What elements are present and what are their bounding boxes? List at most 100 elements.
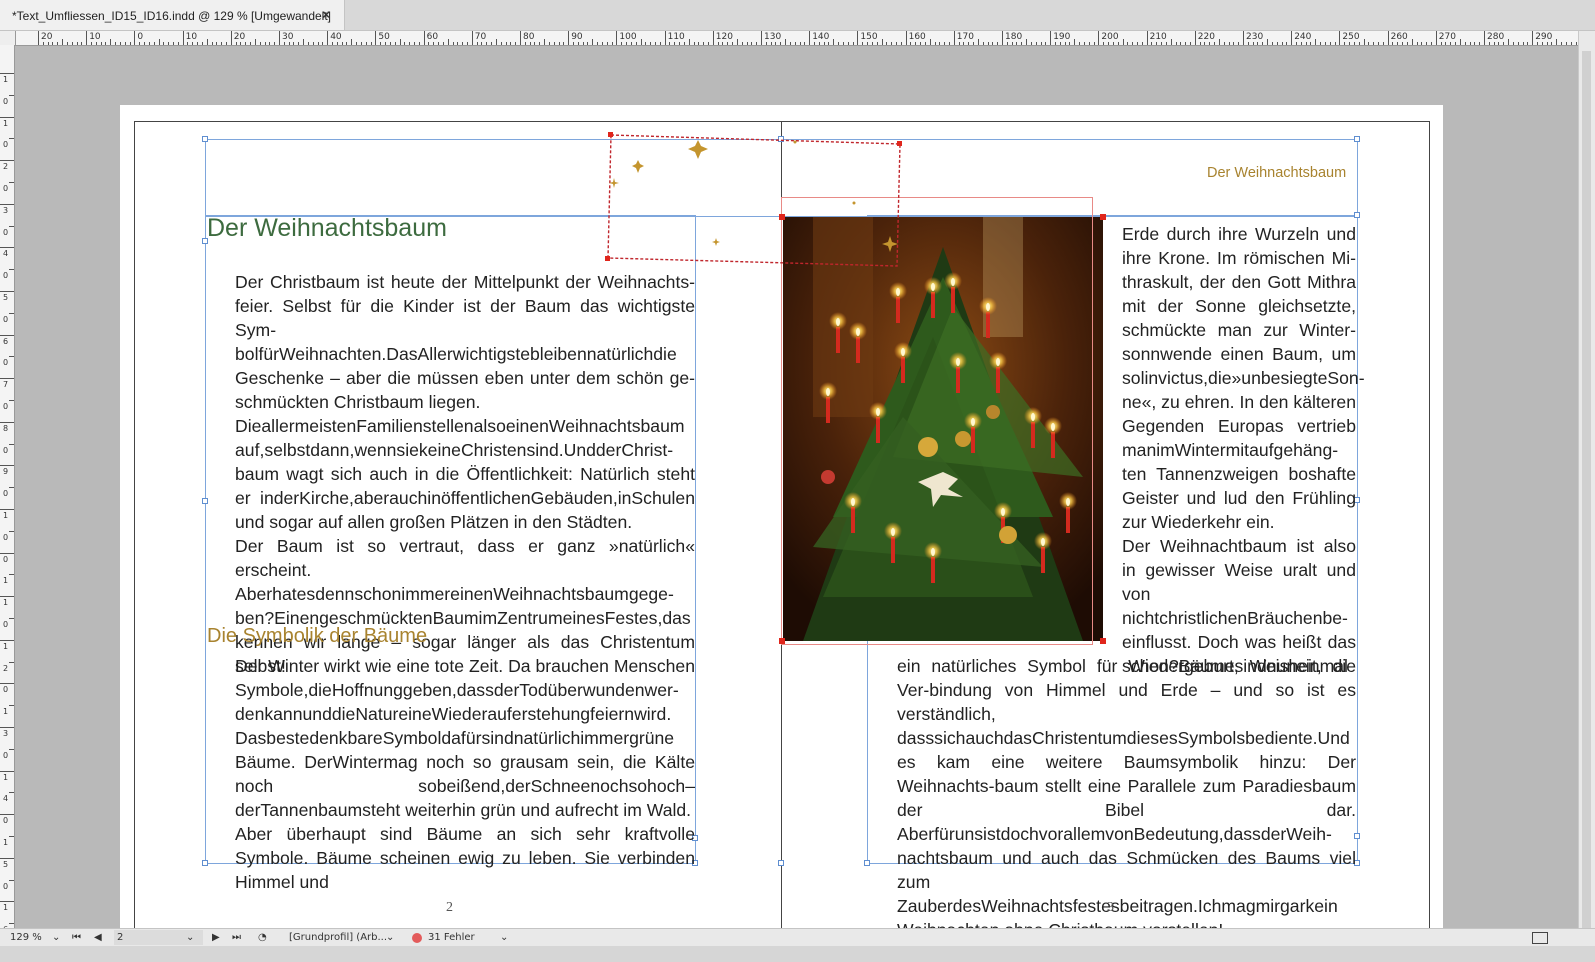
ruler-minor-tick	[1488, 42, 1490, 45]
next-page-icon[interactable]: ▶	[212, 932, 220, 943]
ruler-minor-tick	[91, 42, 93, 45]
ruler-minor-tick	[235, 42, 237, 45]
preflight-errors[interactable]: 31 Fehler	[428, 932, 475, 943]
ruler-tick	[279, 31, 280, 45]
ruler-minor-tick	[1512, 42, 1514, 45]
ruler-label: 3	[3, 729, 9, 738]
ruler-minor-tick	[654, 42, 656, 45]
ruler-minor-tick	[447, 39, 449, 45]
left-body-text-2: Der Winter wirkt wie eine tote Zeit. Da …	[235, 654, 695, 894]
ruler-tick	[327, 31, 329, 45]
ruler-minor-tick	[727, 42, 729, 45]
ruler-minor-tick	[216, 42, 218, 45]
horizontal-ruler[interactable]: 20 10 0 10 20 30 40 50 60 70 80 90 100 110 120 130 140 15…	[16, 31, 1579, 46]
ruler-label: 9	[3, 467, 9, 477]
ruler-minor-tick	[1421, 42, 1423, 45]
page-number-left: 2	[446, 900, 453, 915]
photo-handle[interactable]	[779, 638, 785, 644]
ruler-minor-tick	[1180, 42, 1182, 45]
ruler-minor-tick	[1136, 42, 1138, 45]
ruler-tick	[1050, 31, 1052, 45]
document-tab[interactable]: *Text_Umfliessen_ID15_ID16.indd @ 129 % …	[0, 0, 345, 30]
ruler-label: 1	[3, 75, 9, 84]
ruler-minor-tick	[177, 42, 179, 45]
ruler-minor-tick	[1223, 42, 1225, 45]
scrollbar-thumb[interactable]	[1582, 51, 1591, 931]
ruler-minor-tick	[1189, 42, 1191, 45]
ruler-minor-tick	[452, 42, 454, 45]
ruler-label: 170	[956, 32, 974, 42]
ruler-label: 230	[1246, 32, 1264, 42]
vertical-scrollbar[interactable]	[1578, 31, 1595, 945]
ruler-minor-tick	[1411, 39, 1413, 45]
ruler-minor-tick	[794, 42, 796, 45]
ruler-minor-tick	[833, 39, 835, 45]
ruler-minor-tick	[977, 39, 979, 45]
ruler-minor-tick	[1069, 42, 1071, 45]
ruler-label: 8	[3, 423, 9, 433]
section-subheading: Die Symbolik der Bäume	[207, 625, 428, 647]
ruler-label: 10	[185, 32, 198, 42]
page-dropdown-icon[interactable]: ⌄	[186, 932, 194, 943]
ruler-minor-tick	[115, 42, 117, 45]
frame-handle[interactable]	[864, 860, 870, 866]
frame-handle[interactable]	[778, 860, 784, 866]
ruler-tick	[375, 31, 377, 45]
ruler-minor-tick	[823, 42, 825, 45]
ruler-minor-tick	[1565, 42, 1567, 45]
ruler-tick	[0, 509, 14, 510]
ruler-label: 120	[715, 32, 733, 42]
ruler-minor-tick	[587, 42, 589, 45]
ruler-minor-tick	[553, 42, 555, 45]
previous-page-icon[interactable]: ◀	[94, 932, 102, 943]
ruler-minor-tick	[1334, 42, 1336, 45]
ruler-minor-tick	[110, 39, 112, 45]
preflight-profile-icon[interactable]: ◔	[258, 932, 267, 943]
frame-handle[interactable]	[1354, 212, 1360, 218]
frame-handle[interactable]	[1354, 136, 1360, 142]
ruler-minor-tick	[1541, 42, 1543, 45]
last-page-icon[interactable]: ⏭	[232, 932, 241, 943]
preflight-profile[interactable]: [Grundprofil] (Arb...	[289, 932, 387, 943]
ruler-tick	[0, 73, 14, 74]
split-window-icon[interactable]	[1532, 932, 1548, 944]
ruler-minor-tick	[394, 42, 396, 45]
ruler-minor-tick	[81, 42, 83, 45]
ruler-minor-tick	[1402, 42, 1404, 45]
ruler-minor-tick	[1315, 39, 1317, 45]
zoom-dropdown-icon[interactable]: ⌄	[52, 932, 60, 943]
stars-graphic[interactable]	[600, 128, 910, 268]
ruler-label: 0	[3, 96, 9, 106]
ruler-tick	[230, 31, 232, 45]
profile-dropdown-icon[interactable]: ⌄	[386, 932, 394, 943]
paragraph: Der Christbaum ist heute der Mittelpunkt…	[235, 272, 695, 412]
ruler-label: 4	[3, 249, 9, 259]
ruler-label: 0	[3, 227, 9, 237]
ruler-label: 1	[3, 576, 9, 586]
ruler-minor-tick	[505, 42, 507, 45]
vertical-ruler[interactable]: 1010203040506070809010011012013014015016…	[0, 45, 15, 945]
photo-handle[interactable]	[1100, 214, 1106, 220]
ruler-minor-tick	[891, 42, 893, 45]
ruler-minor-tick	[577, 42, 579, 45]
frame-handle[interactable]	[202, 860, 208, 866]
ruler-minor-tick	[987, 42, 989, 45]
ruler-minor-tick	[756, 42, 758, 45]
frame-handle[interactable]	[202, 498, 208, 504]
frame-handle[interactable]	[202, 136, 208, 142]
ruler-minor-tick	[862, 42, 864, 45]
ruler-minor-tick	[201, 42, 203, 45]
photo-handle[interactable]	[1100, 638, 1106, 644]
close-tab-icon[interactable]: ×	[322, 7, 330, 22]
ruler-origin[interactable]	[0, 31, 16, 46]
ruler-label: 240	[1294, 32, 1312, 42]
first-page-icon[interactable]: ⏮	[72, 932, 81, 943]
ruler-minor-tick	[539, 42, 541, 45]
errors-dropdown-icon[interactable]: ⌄	[500, 932, 508, 943]
ruler-label: 0	[3, 358, 9, 368]
ruler-label: 10	[89, 32, 101, 42]
ruler-tick	[9, 530, 14, 532]
zoom-level[interactable]: 129 %	[10, 932, 42, 943]
ruler-label: 110	[667, 32, 685, 42]
ruler-minor-tick	[1281, 42, 1283, 45]
